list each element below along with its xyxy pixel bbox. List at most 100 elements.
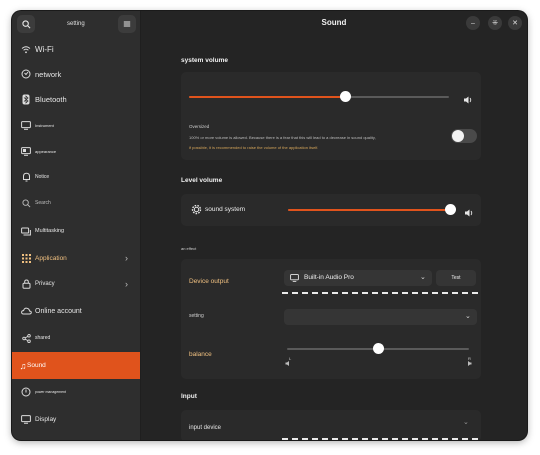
monitor-icon <box>290 274 299 282</box>
search-icon <box>20 197 32 209</box>
sidebar-item-search[interactable]: Search <box>12 190 140 216</box>
level-volume-title: Level volume <box>181 177 223 184</box>
sidebar-item-instrument[interactable]: Instrument <box>12 112 140 138</box>
chevron-down-icon: ⌄ <box>465 313 471 320</box>
display-icon <box>20 413 32 425</box>
sidebar-item-network[interactable]: network <box>12 61 140 87</box>
sidebar-item-label: Wi-Fi <box>35 44 54 54</box>
divider <box>282 438 478 440</box>
level-volume-card: sound system <box>181 194 481 226</box>
sidebar-item-shared[interactable]: shared <box>12 325 140 351</box>
sidebar-item-power-management[interactable]: power management <box>12 379 140 405</box>
system-volume-title: system volume <box>181 57 228 64</box>
device-output-dropdown[interactable]: Built-in Audio Pro ⌄ <box>284 270 432 286</box>
wifi-icon <box>20 43 32 55</box>
maximize-button[interactable]: ⁜ <box>488 16 502 30</box>
display-icon <box>20 145 32 157</box>
balance-slider[interactable] <box>287 343 472 355</box>
cloud-icon <box>20 305 32 317</box>
sound-system-label: sound system <box>205 206 246 213</box>
chevron-right-icon: › <box>125 279 128 289</box>
sidebar-item-notice[interactable]: Notice <box>12 164 140 190</box>
output-card: Device output Built-in Audio Pro ⌄ Test … <box>181 259 481 379</box>
bell-icon <box>20 171 32 183</box>
test-button[interactable]: Test <box>436 270 476 286</box>
setting-label: setting <box>189 313 204 319</box>
close-icon: ✕ <box>512 20 518 27</box>
oversized-toggle[interactable] <box>451 129 477 143</box>
minimize-icon: – <box>471 19 475 27</box>
sidebar-item-label: Search <box>35 200 51 206</box>
input-card: input device ⌄ <box>181 410 481 440</box>
speaker-right-icon <box>468 361 472 366</box>
divider <box>282 292 478 294</box>
sidebar-item-label: Bluetooth <box>35 94 67 104</box>
sidebar-header: setting <box>12 11 140 37</box>
slider-fill <box>288 209 450 211</box>
network-icon <box>20 68 32 80</box>
sidebar-item-label: Application <box>35 254 67 262</box>
balance-label: balance <box>189 351 212 358</box>
oversized-warning: if possible, it is recommended to raise … <box>189 145 319 150</box>
share-icon <box>20 332 32 344</box>
sidebar-item-label: Notice <box>35 174 50 180</box>
sidebar-item-appearance[interactable]: appearance <box>12 138 140 164</box>
speaker-icon <box>463 92 473 104</box>
speaker-left-icon <box>285 361 289 366</box>
sidebar-item-label: power management <box>35 390 66 394</box>
input-device-label: input device <box>189 425 222 431</box>
sidebar-item-label: Privacy <box>35 281 55 287</box>
system-volume-card: Oversized 100% or more volume is allowed… <box>181 72 481 160</box>
sidebar-item-bluetooth[interactable]: Bluetooth <box>12 86 140 112</box>
chevron-down-icon[interactable]: ⌄ <box>463 418 469 426</box>
sidebar-item-display[interactable]: Display <box>12 406 140 432</box>
multitasking-icon <box>20 225 32 237</box>
menu-button[interactable] <box>118 15 136 33</box>
sidebar-title: setting <box>67 21 85 27</box>
main-content: system volume Oversized 100% or more vol… <box>141 37 527 440</box>
system-volume-slider[interactable] <box>189 91 459 103</box>
sidebar-item-multitasking[interactable]: Multitasking <box>12 218 140 244</box>
slider-fill <box>189 96 345 98</box>
sidebar-item-wifi[interactable]: Wi-Fi <box>12 36 140 62</box>
sound-system-slider[interactable] <box>288 204 458 216</box>
minimize-button[interactable]: – <box>466 16 480 30</box>
grid-icon <box>20 252 32 264</box>
slider-knob[interactable] <box>372 343 384 354</box>
maximize-icon: ⁜ <box>492 20 498 27</box>
sidebar-item-label: Sound <box>27 362 46 369</box>
sidebar-item-online-account[interactable]: Online account <box>12 298 140 324</box>
device-output-value: Built-in Audio Pro <box>304 274 354 281</box>
sidebar-item-application[interactable]: Application › <box>12 245 140 271</box>
setting-dropdown[interactable]: ⌄ <box>284 309 477 325</box>
settings-window: setting Wi-Fi network Bluetooth Instrume… <box>12 11 527 440</box>
sidebar-item-label: Instrument <box>35 122 54 128</box>
gear-icon <box>190 203 203 216</box>
speaker-icon <box>464 205 474 217</box>
sidebar: setting Wi-Fi network Bluetooth Instrume… <box>12 11 141 440</box>
header-bar: Sound – ⁜ ✕ <box>141 11 527 37</box>
power-icon <box>20 386 32 398</box>
sidebar-item-label: network <box>35 69 62 79</box>
sidebar-item-sound[interactable]: ♫ Sound <box>12 352 140 379</box>
search-button[interactable] <box>17 15 35 33</box>
oversized-label: Oversized <box>189 124 210 129</box>
monitor-icon <box>20 119 32 131</box>
sidebar-item-label: Online account <box>35 307 82 315</box>
chevron-right-icon: › <box>125 253 128 263</box>
slider-knob[interactable] <box>444 204 456 215</box>
toggle-knob <box>452 130 464 142</box>
slider-knob[interactable] <box>339 91 351 102</box>
oversized-description: 100% or more volume is allowed. Because … <box>189 135 376 140</box>
search-icon <box>21 19 30 28</box>
device-output-label: Device output <box>189 278 229 285</box>
sidebar-item-label: Display <box>35 415 57 423</box>
chevron-down-icon: ⌄ <box>420 274 426 281</box>
bluetooth-icon <box>20 93 32 105</box>
close-button[interactable]: ✕ <box>508 16 522 30</box>
input-title: Input <box>181 393 197 400</box>
sidebar-item-label: shared <box>35 335 51 341</box>
sidebar-item-privacy[interactable]: Privacy › <box>12 271 140 297</box>
hamburger-icon <box>123 21 131 27</box>
effect-section-label: an effect <box>181 246 197 251</box>
